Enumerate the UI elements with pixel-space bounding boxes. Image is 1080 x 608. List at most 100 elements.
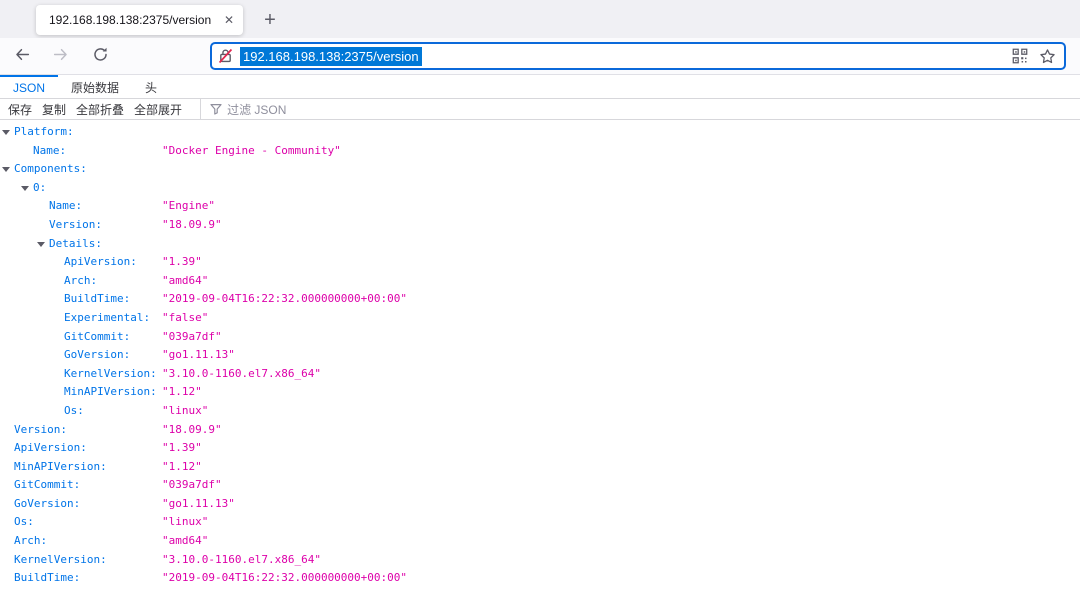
url-text-selected[interactable]: 192.168.198.138:2375/version (240, 46, 422, 66)
viewer-tab[interactable]: 原始数据 (58, 75, 132, 98)
browser-window: 192.168.198.138:2375/version ✕ + 192.168… (0, 0, 1080, 607)
funnel-icon (210, 103, 222, 115)
json-viewer-toolbar: 保存 复制 全部折叠 全部展开 过滤 JSON (0, 98, 1080, 120)
json-value: "1.39" (162, 441, 202, 455)
json-key: 0: (33, 180, 47, 194)
back-button[interactable] (13, 48, 31, 66)
json-key: Arch: (64, 273, 98, 287)
filter-json-input[interactable]: 过滤 JSON (210, 101, 286, 118)
json-viewer-tabs: JSON 原始数据 头 (0, 75, 1080, 99)
tab-title: 192.168.198.138:2375/version (49, 13, 212, 27)
json-key: GitCommit: (64, 329, 131, 343)
json-row[interactable]: Os: "linux" (0, 402, 1080, 421)
json-row[interactable]: ApiVersion: "1.39" (0, 253, 1080, 272)
json-value: "Docker Engine - Community" (162, 143, 341, 157)
back-arrow-icon (14, 46, 31, 68)
json-value: "2019-09-04T16:22:32.000000000+00:00" (162, 571, 408, 585)
twisty-triangle-icon[interactable] (37, 241, 45, 247)
browser-tab[interactable]: 192.168.198.138:2375/version ✕ (36, 5, 243, 35)
json-row[interactable]: BuildTime: "2019-09-04T16:22:32.00000000… (0, 290, 1080, 309)
json-key: GoVersion: (14, 496, 81, 510)
json-row[interactable]: Name: "Docker Engine - Community" (0, 142, 1080, 161)
json-key: KernelVersion: (64, 366, 157, 380)
json-value: "039a7df" (162, 329, 222, 343)
json-row[interactable]: Version: "18.09.9" (0, 216, 1080, 235)
url-bar[interactable]: 192.168.198.138:2375/version (210, 42, 1066, 70)
toolbar-button[interactable]: 复制 (38, 101, 70, 118)
json-value: "3.10.0-1160.el7.x86_64" (162, 552, 321, 566)
reload-button[interactable] (91, 46, 109, 68)
viewer-tab-label: 头 (145, 81, 158, 95)
json-key: GoVersion: (64, 348, 131, 362)
json-value: "amd64" (162, 534, 209, 548)
insecure-lock-icon[interactable] (218, 48, 233, 64)
toolbar-button[interactable]: 保存 (4, 101, 36, 118)
json-row[interactable]: Details: (0, 235, 1080, 254)
json-key: Name: (49, 199, 83, 213)
json-row[interactable]: GoVersion: "go1.11.13" (0, 495, 1080, 514)
json-row[interactable]: 0: (0, 179, 1080, 198)
json-value: "linux" (162, 403, 209, 417)
json-row[interactable]: KernelVersion: "3.10.0-1160.el7.x86_64" (0, 365, 1080, 384)
json-value: "18.09.9" (162, 217, 222, 231)
json-key: ApiVersion: (14, 441, 87, 455)
json-row[interactable]: GitCommit: "039a7df" (0, 476, 1080, 495)
json-key: BuildTime: (14, 571, 81, 585)
qr-code-icon[interactable] (1012, 48, 1028, 64)
toolbar-separator (200, 98, 202, 120)
json-key: Os: (64, 403, 84, 417)
json-row[interactable]: Platform: (0, 123, 1080, 142)
twisty-triangle-icon[interactable] (21, 185, 29, 191)
json-key: Version: (14, 422, 67, 436)
json-value: "1.12" (162, 459, 202, 473)
toolbar-button[interactable]: 全部折叠 (72, 101, 128, 118)
json-value: "18.09.9" (162, 422, 222, 436)
json-row[interactable]: ApiVersion: "1.39" (0, 439, 1080, 458)
json-row[interactable]: MinAPIVersion: "1.12" (0, 458, 1080, 477)
json-value: "039a7df" (162, 478, 222, 492)
json-key: BuildTime: (64, 292, 131, 306)
json-row[interactable]: Experimental: "false" (0, 309, 1080, 328)
toolbar-button[interactable]: 全部展开 (130, 101, 186, 118)
json-value: "1.39" (162, 255, 202, 269)
reload-icon (92, 46, 109, 68)
json-key: Arch: (14, 534, 48, 548)
json-key: GitCommit: (14, 478, 81, 492)
json-row[interactable]: Version: "18.09.9" (0, 421, 1080, 440)
viewer-tab[interactable]: JSON (0, 75, 59, 98)
json-row[interactable]: BuildTime: "2019-09-04T16:22:32.00000000… (0, 569, 1080, 588)
json-row[interactable]: MinAPIVersion: "1.12" (0, 383, 1080, 402)
json-key: KernelVersion: (14, 552, 107, 566)
json-tree: Platform: Name: "Docker Engine - Communi… (0, 120, 1080, 607)
json-row[interactable]: GitCommit: "039a7df" (0, 328, 1080, 347)
viewer-tab[interactable]: 头 (132, 75, 170, 98)
json-key: MinAPIVersion: (14, 459, 107, 473)
json-key: Experimental: (64, 310, 151, 324)
json-row[interactable]: Name: "Engine" (0, 197, 1080, 216)
json-key: Os: (14, 515, 34, 529)
json-value: "3.10.0-1160.el7.x86_64" (162, 366, 321, 380)
json-value: "linux" (162, 515, 209, 529)
filter-placeholder: 过滤 JSON (227, 102, 287, 117)
forward-button[interactable] (51, 48, 69, 66)
twisty-triangle-icon[interactable] (2, 167, 10, 173)
bookmark-star-icon[interactable] (1039, 48, 1056, 65)
viewer-tab-label: JSON (13, 80, 46, 95)
browser-tab-bar: 192.168.198.138:2375/version ✕ + (0, 0, 1080, 38)
json-row[interactable]: GoVersion: "go1.11.13" (0, 346, 1080, 365)
json-row[interactable]: Os: "linux" (0, 513, 1080, 532)
json-value: "Engine" (162, 199, 215, 213)
json-row[interactable]: Arch: "amd64" (0, 532, 1080, 551)
json-row[interactable]: KernelVersion: "3.10.0-1160.el7.x86_64" (0, 551, 1080, 570)
new-tab-button[interactable]: + (257, 7, 283, 33)
json-key: Platform: (14, 125, 74, 138)
json-value: "2019-09-04T16:22:32.000000000+00:00" (162, 292, 408, 306)
forward-arrow-icon (52, 46, 69, 68)
json-key: Components: (14, 162, 87, 176)
json-row[interactable]: Components: (0, 160, 1080, 179)
json-key: Details: (49, 236, 102, 250)
json-value: "go1.11.13" (162, 496, 235, 510)
twisty-triangle-icon[interactable] (2, 130, 10, 135)
json-row[interactable]: Arch: "amd64" (0, 272, 1080, 291)
close-tab-icon[interactable]: ✕ (224, 14, 234, 26)
